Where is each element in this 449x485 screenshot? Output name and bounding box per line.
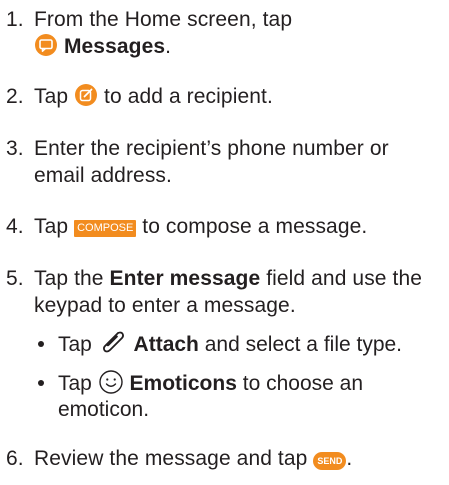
bullet-dot — [38, 380, 44, 386]
step-1-line-1: From the Home screen, tap — [34, 8, 293, 31]
send-button-glyph: SEND — [313, 452, 347, 470]
step-number: 6. — [6, 447, 24, 470]
bullet-emoticons-tap: Tap — [58, 372, 92, 395]
step-number: 3. — [6, 137, 24, 160]
compose-icon — [75, 84, 98, 106]
compose-button-glyph: COMPOSE — [74, 220, 137, 237]
step-3-line-2: email address. — [34, 164, 172, 187]
bullet-attach-text: and select a file type. — [204, 333, 403, 356]
step-number: 5. — [6, 267, 24, 290]
attach-label: Attach — [133, 333, 199, 356]
step-number: 4. — [6, 215, 24, 238]
bullet-attach-tap: Tap — [58, 333, 92, 356]
step-6-period: . — [346, 447, 353, 470]
messages-icon — [35, 34, 57, 56]
step-4-tap: Tap — [34, 215, 69, 238]
enter-message-label: Enter message — [109, 267, 261, 290]
step-5-text: field and use the — [266, 267, 423, 290]
instruction-document: 1. From the Home screen, tap Messages. 2… — [0, 0, 449, 485]
emoticons-label: Emoticons — [129, 372, 237, 395]
smiley-icon — [99, 370, 123, 394]
messages-label: Messages — [63, 35, 166, 58]
step-1-period: . — [165, 35, 172, 58]
step-5-line-2: keypad to enter a message. — [34, 294, 296, 317]
step-4-text: to compose a message. — [142, 215, 368, 238]
step-3-line-1: Enter the recipient’s phone number or — [34, 137, 389, 160]
step-2-tap: Tap — [34, 85, 69, 108]
step-6-text: Review the message and tap — [34, 447, 308, 470]
bullet-dot — [38, 341, 44, 347]
step-number: 1. — [6, 8, 24, 31]
step-2-text: to add a recipient. — [104, 85, 273, 108]
bullet-emoticons-line-2: emoticon. — [58, 398, 150, 421]
bullet-emoticons-text: to choose an — [242, 372, 364, 395]
step-5-tap: Tap the — [34, 267, 104, 290]
step-number: 2. — [6, 85, 24, 108]
paperclip-icon — [102, 331, 124, 353]
